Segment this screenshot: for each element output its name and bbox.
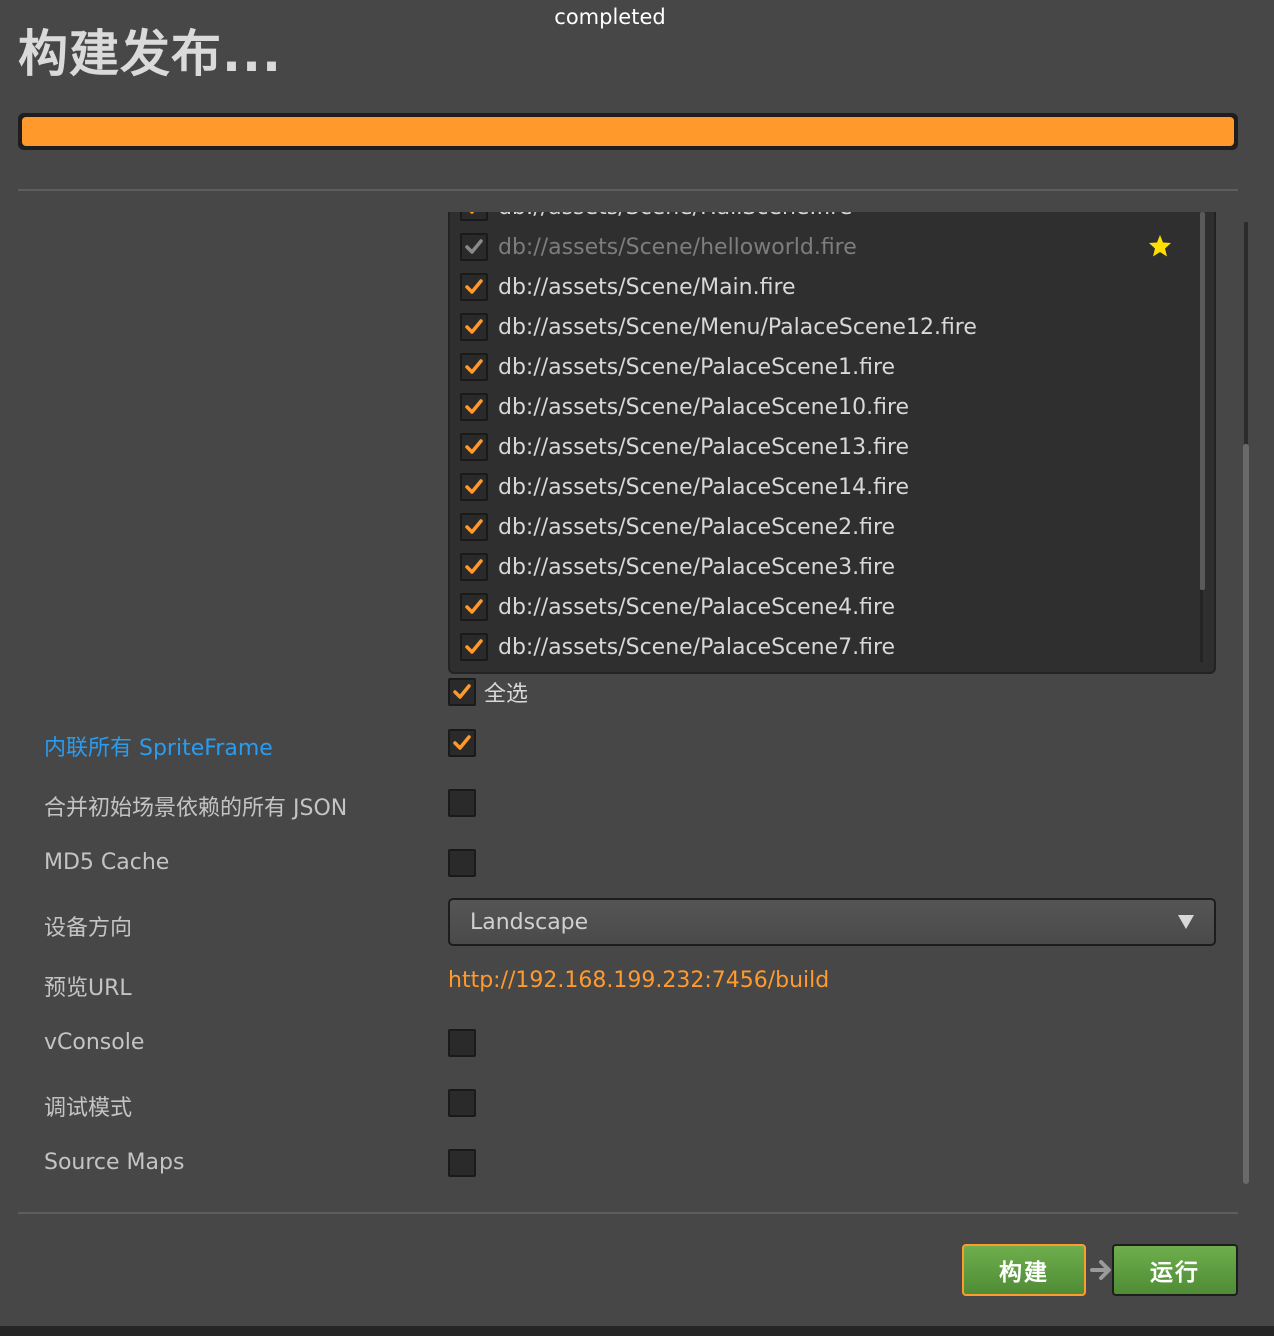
md5-cache-label: MD5 Cache (44, 850, 170, 875)
bottom-divider (18, 1212, 1238, 1214)
check-icon (465, 479, 483, 494)
scene-list-scroll-track (1200, 590, 1203, 662)
merge-json-label: 合并初始场景依赖的所有 JSON (44, 796, 348, 821)
scene-path-label: db://assets/Scene/HallScene.fire (498, 212, 852, 220)
scene-list-item[interactable]: db://assets/Scene/Menu/PalaceScene12.fir… (460, 307, 1190, 347)
top-divider (18, 189, 1238, 191)
orientation-value: Landscape (470, 909, 589, 935)
orientation-label: 设备方向 (44, 916, 133, 941)
scene-path-label: db://assets/Scene/helloworld.fire (498, 234, 857, 260)
vconsole-checkbox[interactable] (448, 1029, 476, 1057)
inline-spriteframe-label: 内联所有 SpriteFrame (44, 736, 273, 761)
vconsole-label: vConsole (44, 1030, 145, 1055)
check-icon (465, 399, 483, 414)
footer-bar (0, 1326, 1274, 1336)
scene-path-label: db://assets/Scene/PalaceScene3.fire (498, 554, 896, 580)
md5-cache-checkbox[interactable] (448, 849, 476, 877)
select-all-label: 全选 (484, 682, 529, 707)
check-icon (465, 279, 483, 294)
debug-mode-label: 调试模式 (44, 1096, 133, 1121)
scene-checkbox[interactable] (460, 273, 488, 301)
scene-checkbox[interactable] (460, 212, 488, 221)
scene-list[interactable]: db://assets/Scene/HallScene.fire db://ass… (448, 212, 1216, 674)
scene-list-item[interactable]: db://assets/Scene/PalaceScene2.fire (460, 507, 1190, 547)
scene-list-item[interactable]: db://assets/Scene/PalaceScene10.fire (460, 387, 1190, 427)
select-all-row[interactable]: 全选 (448, 676, 528, 708)
check-icon (453, 735, 471, 750)
check-icon (465, 439, 483, 454)
main-scroll-track (1244, 222, 1248, 444)
source-maps-label: Source Maps (44, 1150, 185, 1175)
scene-list-item[interactable]: db://assets/Scene/PalaceScene14.fire (460, 467, 1190, 507)
scene-path-label: db://assets/Scene/PalaceScene1.fire (498, 354, 896, 380)
check-icon (465, 519, 483, 534)
scene-path-label: db://assets/Scene/PalaceScene4.fire (498, 594, 896, 620)
scene-checkbox[interactable] (460, 633, 488, 661)
build-button[interactable]: 构建 (962, 1244, 1086, 1296)
scene-checkbox[interactable] (460, 473, 488, 501)
scene-list-item[interactable]: db://assets/Scene/Main.fire (460, 267, 1190, 307)
scene-list-item[interactable]: db://assets/Scene/helloworld.fire (460, 227, 1190, 267)
orientation-dropdown[interactable]: Landscape (448, 898, 1216, 946)
arrow-right-icon (1090, 1260, 1111, 1280)
preview-url-link[interactable]: http://192.168.199.232:7456/build (448, 968, 829, 993)
star-icon (1148, 234, 1172, 262)
scene-path-label: db://assets/Scene/Main.fire (498, 274, 796, 300)
triangle-down-icon (1178, 915, 1194, 929)
check-icon (469, 212, 475, 214)
check-icon (453, 684, 471, 699)
check-icon (465, 639, 483, 654)
scene-path-label: db://assets/Scene/PalaceScene14.fire (498, 474, 910, 500)
scene-list-item[interactable]: db://assets/Scene/HallScene.fire (460, 212, 1190, 227)
build-progress-bar (18, 113, 1238, 150)
source-maps-checkbox[interactable] (448, 1149, 476, 1177)
scene-path-label: db://assets/Scene/PalaceScene7.fire (498, 634, 896, 660)
scene-list-item[interactable]: db://assets/Scene/PalaceScene4.fire (460, 587, 1190, 627)
preview-url-label: 预览URL (44, 976, 132, 1001)
scene-checkbox[interactable] (460, 353, 488, 381)
scene-list-item[interactable]: db://assets/Scene/PalaceScene3.fire (460, 547, 1190, 587)
scene-list-item[interactable]: db://assets/Scene/PalaceScene7.fire (460, 627, 1190, 667)
debug-mode-checkbox[interactable] (448, 1089, 476, 1117)
scene-path-label: db://assets/Scene/PalaceScene2.fire (498, 514, 896, 540)
scene-list-item[interactable]: db://assets/Scene/PalaceScene1.fire (460, 347, 1190, 387)
scene-path-label: db://assets/Scene/PalaceScene13.fire (498, 434, 910, 460)
merge-json-checkbox[interactable] (448, 789, 476, 817)
scene-checkbox (460, 233, 488, 261)
run-button[interactable]: 运行 (1112, 1244, 1238, 1296)
scene-checkbox[interactable] (460, 393, 488, 421)
main-scrollbar[interactable] (1243, 444, 1249, 1184)
scene-checkbox[interactable] (460, 593, 488, 621)
check-icon (465, 319, 483, 334)
scene-checkbox[interactable] (460, 513, 488, 541)
progress-status-text: completed (554, 5, 666, 29)
scene-checkbox[interactable] (460, 553, 488, 581)
scene-checkbox[interactable] (460, 433, 488, 461)
check-icon (465, 599, 483, 614)
scene-list-item[interactable]: db://assets/Scene/PalaceScene13.fire (460, 427, 1190, 467)
check-icon (465, 559, 483, 574)
scene-list-scrollbar[interactable] (1200, 212, 1205, 590)
check-icon (465, 239, 483, 254)
scene-path-label: db://assets/Scene/Menu/PalaceScene12.fir… (498, 314, 977, 340)
scene-checkbox[interactable] (460, 313, 488, 341)
scene-path-label: db://assets/Scene/PalaceScene10.fire (498, 394, 910, 420)
progress-fill (22, 117, 1234, 146)
check-icon (465, 359, 483, 374)
select-all-checkbox[interactable] (448, 678, 476, 706)
inline-spriteframe-checkbox[interactable] (448, 729, 476, 757)
